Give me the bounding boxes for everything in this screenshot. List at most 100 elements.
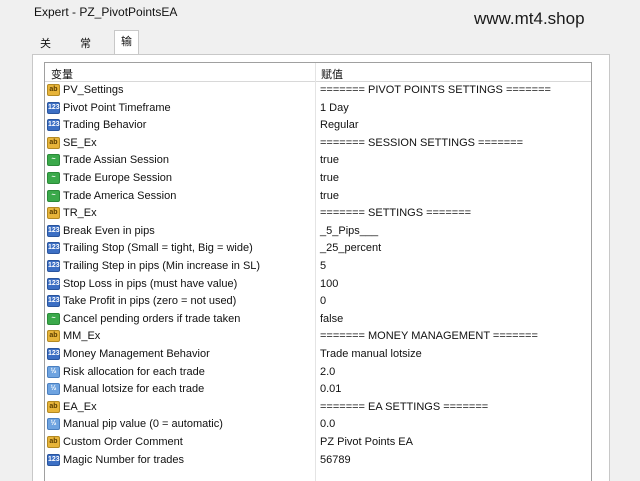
parameter-value[interactable]: ======= MONEY MANAGEMENT =======: [320, 330, 538, 342]
parameter-value[interactable]: 0.0: [320, 418, 335, 430]
boolean-type-icon: ~: [47, 189, 60, 202]
parameter-name: Take Profit in pips (zero = not used): [63, 295, 237, 308]
table-row[interactable]: 123 Trailing Step in pips (Min increase i…: [45, 258, 591, 276]
string-type-icon: ab: [47, 400, 60, 413]
table-row[interactable]: ½ Manual pip value (0 = automatic) 0.0: [45, 416, 591, 434]
parameter-name: Money Management Behavior: [63, 348, 210, 360]
boolean-type-icon: ~: [47, 172, 60, 184]
parameter-value[interactable]: Regular: [320, 119, 359, 131]
title-bar: Expert - PZ_PivotPointsEA www.mt4.shop: [0, 0, 640, 28]
parameter-value[interactable]: true: [320, 190, 339, 202]
table-row[interactable]: ab Custom Order Comment PZ Pivot Points EA: [45, 434, 591, 452]
double-type-icon: ½: [47, 418, 60, 431]
table-row[interactable]: 123 Trading Behavior Regular: [45, 117, 591, 135]
table-row[interactable]: ~ Trade Europe Session true: [45, 170, 591, 188]
parameter-name: EA_Ex: [63, 400, 97, 413]
tab-inputs[interactable]: 输入参数: [114, 30, 139, 114]
parameter-value[interactable]: 5: [320, 260, 326, 272]
parameter-name: Stop Loss in pips (must have value): [63, 277, 238, 290]
parameter-name: Trading Behavior: [63, 119, 147, 132]
parameter-value[interactable]: Trade manual lotsize: [320, 348, 422, 360]
string-type-icon: ab: [47, 330, 60, 343]
integer-type-icon: 123: [47, 119, 60, 132]
parameter-value[interactable]: ======= SESSION SETTINGS =======: [320, 137, 523, 149]
type-icon-glyph: ½: [50, 367, 57, 375]
parameter-name: Trailing Step in pips (Min increase in S…: [63, 260, 261, 272]
parameter-value[interactable]: 0: [320, 295, 326, 307]
string-type-icon: ab: [47, 136, 60, 149]
parameter-name: PV_Settings: [63, 84, 124, 96]
parameter-value[interactable]: 2.0: [320, 366, 335, 378]
type-icon-glyph: 123: [48, 297, 60, 305]
parameter-value[interactable]: true: [320, 172, 339, 184]
table-row[interactable]: ab PV_Settings ======= PIVOT POINTS SETTIN…: [45, 82, 591, 100]
type-icon-glyph: ~: [51, 156, 56, 164]
parameter-name: Trade America Session: [63, 189, 177, 202]
tab-about[interactable]: 关于: [34, 34, 57, 70]
table-row[interactable]: 123 Money Management Behavior Trade manual…: [45, 346, 591, 364]
type-icon-glyph: ab: [49, 209, 58, 217]
double-type-icon: ½: [47, 365, 60, 378]
table-row[interactable]: ab EA_Ex ======= EA SETTINGS =======: [45, 399, 591, 417]
parameter-value[interactable]: PZ Pivot Points EA: [320, 436, 413, 448]
parameter-value[interactable]: 100: [320, 278, 338, 290]
type-icon-glyph: ~: [51, 174, 56, 181]
type-icon-glyph: 123: [48, 262, 60, 269]
type-icon-glyph: ab: [49, 138, 58, 146]
table-row[interactable]: ½ Risk allocation for each trade 2.0: [45, 364, 591, 382]
type-icon-glyph: 123: [48, 350, 60, 357]
type-icon-glyph: ab: [49, 332, 58, 340]
parameter-name: Risk allocation for each trade: [63, 365, 205, 378]
parameter-value[interactable]: 1 Day: [320, 102, 349, 114]
parameter-name: Cancel pending orders if trade taken: [63, 312, 241, 325]
type-icon-glyph: ~: [51, 314, 56, 322]
table-row[interactable]: ab SE_Ex ======= SESSION SETTINGS =======: [45, 135, 591, 153]
parameter-value[interactable]: 0.01: [320, 383, 341, 395]
boolean-type-icon: ~: [47, 154, 60, 167]
type-icon-glyph: 123: [48, 279, 60, 287]
table-row[interactable]: 123 Magic Number for trades 56789: [45, 452, 591, 470]
table-row[interactable]: ~ Cancel pending orders if trade taken fal…: [45, 311, 591, 329]
type-icon-glyph: ½: [50, 385, 57, 393]
string-type-icon: ab: [47, 207, 60, 220]
parameter-name: SE_Ex: [63, 136, 97, 149]
table-row[interactable]: 123 Stop Loss in pips (must have value) 10…: [45, 276, 591, 294]
type-icon-glyph: 123: [48, 455, 60, 463]
parameter-value[interactable]: ======= PIVOT POINTS SETTINGS =======: [320, 84, 551, 96]
table-row[interactable]: ab TR_Ex ======= SETTINGS =======: [45, 205, 591, 223]
type-icon-glyph: 123: [48, 103, 60, 111]
type-icon-glyph: ab: [49, 86, 58, 93]
parameter-value[interactable]: _5_Pips___: [320, 225, 378, 237]
parameter-name: Trade Assian Session: [63, 154, 169, 167]
parameter-value[interactable]: _25_percent: [320, 242, 381, 254]
parameter-name: Magic Number for trades: [63, 453, 185, 466]
parameter-value[interactable]: false: [320, 313, 343, 325]
parameter-value[interactable]: true: [320, 154, 339, 166]
type-icon-glyph: ½: [50, 420, 57, 428]
tab-common[interactable]: 常用: [74, 34, 97, 70]
table-row[interactable]: 123 Trailing Stop (Small = tight, Big = w…: [45, 240, 591, 258]
table-row[interactable]: 123 Take Profit in pips (zero = not used)…: [45, 293, 591, 311]
parameter-name: MM_Ex: [63, 330, 101, 343]
integer-type-icon: 123: [47, 277, 60, 290]
parameters-table: 变量 赋值 ab PV_Settings ======= PIVOT POINTS …: [44, 62, 592, 481]
parameter-value[interactable]: 56789: [320, 454, 351, 466]
integer-type-icon: 123: [47, 224, 60, 237]
parameter-name: Manual pip value (0 = automatic): [63, 418, 223, 431]
table-row[interactable]: 123 Pivot Point Timeframe 1 Day: [45, 100, 591, 118]
watermark-text: www.mt4.shop: [474, 9, 585, 28]
table-row[interactable]: ½ Manual lotsize for each trade 0.01: [45, 381, 591, 399]
parameter-name: Pivot Point Timeframe: [63, 101, 171, 114]
table-row[interactable]: ~ Trade America Session true: [45, 188, 591, 206]
parameter-name: Trailing Stop (Small = tight, Big = wide…: [63, 242, 253, 255]
window-title: Expert - PZ_PivotPointsEA: [34, 5, 178, 19]
integer-type-icon: 123: [47, 453, 60, 466]
table-row[interactable]: ab MM_Ex ======= MONEY MANAGEMENT =======: [45, 328, 591, 346]
table-row[interactable]: ~ Trade Assian Session true: [45, 152, 591, 170]
type-icon-glyph: ~: [51, 191, 56, 199]
integer-type-icon: 123: [47, 242, 60, 255]
integer-type-icon: 123: [47, 260, 60, 272]
parameter-value[interactable]: ======= SETTINGS =======: [320, 207, 471, 219]
parameter-value[interactable]: ======= EA SETTINGS =======: [320, 401, 488, 413]
table-row[interactable]: 123 Break Even in pips _5_Pips___: [45, 223, 591, 241]
